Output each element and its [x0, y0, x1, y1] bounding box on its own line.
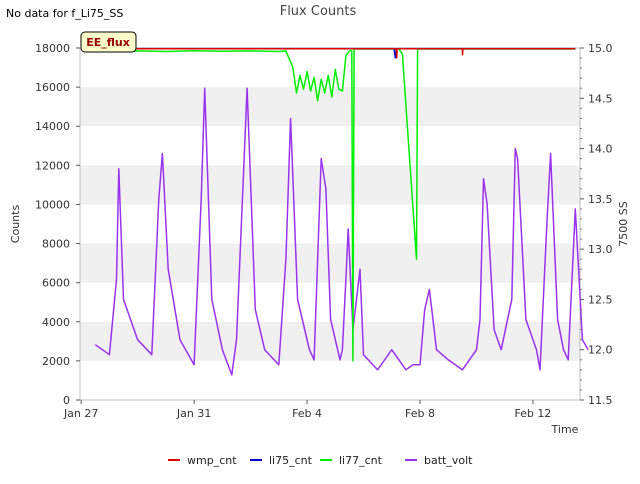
y2-tick-label: 14.0	[588, 143, 613, 156]
series-line-wmp-cnt	[95, 48, 576, 59]
y-tick-label: 6000	[42, 277, 70, 290]
y2-tick-label: 13.5	[588, 193, 613, 206]
series-line-li75-cnt	[95, 47, 576, 59]
y2-tick-label: 13.0	[588, 243, 613, 256]
y-tick-label: 2000	[42, 355, 70, 368]
y-tick-label: 16000	[35, 81, 70, 94]
y-tick-label: 8000	[42, 238, 70, 251]
grid-band	[80, 321, 580, 361]
no-data-note: No data for f_Li75_SS	[6, 7, 124, 20]
legend: wmp_cnt li75_cnt li77_cnt batt_volt	[168, 454, 473, 467]
y2-tick-label: 15.0	[588, 42, 613, 55]
legend-label: batt_volt	[424, 454, 473, 467]
x-tick-label: Jan 27	[63, 407, 98, 420]
chart-title: Flux Counts	[280, 4, 357, 19]
legend-label: li77_cnt	[339, 454, 383, 467]
y2-tick-label: 14.5	[588, 92, 613, 105]
y-tick-label: 0	[63, 394, 70, 407]
grid-band	[80, 165, 580, 205]
chart-figure: No data for f_Li75_SS 0 2000 4000 6000 8000 1…	[0, 0, 640, 480]
legend-label: li75_cnt	[269, 454, 313, 467]
y-tick-label: 4000	[42, 316, 70, 329]
x-tick-label: Feb 8	[405, 407, 435, 420]
legend-label: wmp_cnt	[187, 454, 237, 467]
y-axis-label: Counts	[9, 205, 22, 244]
x-tick-label: Jan 31	[176, 407, 211, 420]
x-axis-label: Time	[551, 423, 579, 436]
y-tick-label: 10000	[35, 198, 70, 211]
site-badge: EE_flux	[80, 31, 137, 53]
site-badge-label: EE_flux	[86, 36, 130, 49]
x-tick-label: Feb 4	[292, 407, 322, 420]
grid-band	[80, 87, 580, 127]
y-tick-label: 12000	[35, 159, 70, 172]
y2-tick-label: 12.0	[588, 344, 613, 357]
y-tick-label: 14000	[35, 120, 70, 133]
y2-tick-label: 11.5	[588, 394, 613, 407]
y-tick-label: 18000	[35, 42, 70, 55]
y2-tick-label: 12.5	[588, 293, 613, 306]
flux-counts-chart: 0 2000 4000 6000 8000 10000 12000 14000 16000 180…	[9, 4, 630, 467]
y2-axis-label: 7500 SS	[617, 201, 630, 246]
x-tick-label: Feb 12	[514, 407, 551, 420]
